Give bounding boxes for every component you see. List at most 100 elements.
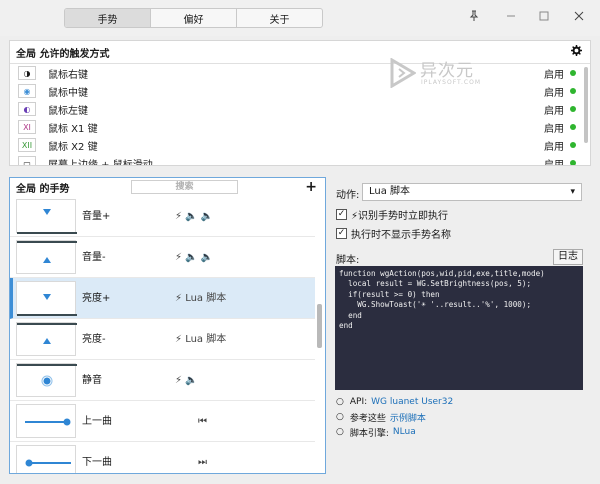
bullet-icon: ○ (336, 412, 344, 422)
gesture-row-brightness-up[interactable]: 亮度+ ⚡ Lua 脚本 (10, 278, 315, 319)
close-icon[interactable] (568, 6, 590, 26)
gesture-thumb (16, 445, 76, 473)
api-prefix: API: (349, 397, 368, 407)
trigger-item-right-button[interactable]: ◑ 鼠标右键 启用 (10, 64, 590, 82)
status-text: 启用 (544, 141, 564, 153)
gesture-name: 亮度- (82, 334, 106, 345)
mouse-x2-icon: XII (18, 138, 36, 152)
chevron-down-icon: ▾ (570, 187, 575, 197)
main-tabs: 手势 偏好 关于 (64, 8, 323, 28)
trigger-list: ◑ 鼠标右键 启用 ◉ 鼠标中键 启用 ◐ 鼠标左键 启用 XI 鼠标 X1 键… (10, 63, 590, 165)
script-label: 脚本: (336, 255, 360, 266)
gesture-header: 全局 的手势 搜索 + (10, 178, 325, 196)
minimize-icon[interactable] (500, 6, 522, 26)
tab-about[interactable]: 关于 (237, 9, 322, 27)
trigger-label: 鼠标右键 (48, 69, 88, 81)
status-dot (570, 88, 576, 94)
gesture-thumb (16, 363, 77, 397)
next-track-icon: ⏭ (198, 457, 207, 468)
trigger-title: 全局 允许的触发方式 (16, 48, 110, 60)
action-label: 动作: (336, 190, 360, 201)
status-dot (570, 106, 576, 112)
gesture-actions: ⚡ 🔈 🔈 (175, 211, 214, 222)
script-editor[interactable]: function wgAction(pos,wid,pid,exe,title,… (335, 266, 583, 390)
status-text: 启用 (544, 123, 564, 135)
checkbox-checked-icon[interactable]: ✓ (336, 227, 347, 239)
gear-icon[interactable] (571, 45, 582, 59)
gesture-thumb (16, 404, 76, 438)
check-label: 执行时不显示手势名称 (351, 229, 451, 241)
mouse-right-icon: ◑ (18, 66, 36, 80)
maximize-icon[interactable] (533, 6, 555, 26)
gesture-name: 下一曲 (82, 457, 112, 468)
tab-preferences[interactable]: 偏好 (151, 9, 237, 27)
mouse-left-icon: ◐ (18, 102, 36, 116)
trigger-item-x1-button[interactable]: XI 鼠标 X1 键 启用 (10, 118, 590, 136)
mouse-middle-icon: ◉ (18, 84, 36, 98)
status-dot (570, 70, 576, 76)
screen-edge-icon: ▭ (18, 156, 36, 165)
gesture-thumb (16, 281, 77, 316)
trigger-item-left-button[interactable]: ◐ 鼠标左键 启用 (10, 100, 590, 118)
gesture-actions: ⚡ 🔈 🔈 (175, 252, 214, 263)
engine-link-row: ○ 脚本引擎: NLua (336, 425, 416, 439)
gesture-name: 上一曲 (82, 416, 112, 427)
check-hide-gesture-name[interactable]: ✓ 执行时不显示手势名称 (336, 225, 451, 241)
examples-link[interactable]: 示例脚本 (390, 411, 426, 424)
status-dot (570, 124, 576, 130)
gesture-row-volume-up[interactable]: 音量+ ⚡ 🔈 🔈 (10, 196, 315, 237)
gesture-scrollbar[interactable] (317, 304, 322, 348)
gesture-thumb (16, 240, 77, 274)
trigger-header: 全局 允许的触发方式 (10, 41, 590, 63)
examples-link-row: ○ 参考这些 示例脚本 (336, 410, 426, 424)
log-button[interactable]: 日志 (553, 249, 583, 265)
previous-track-icon: ⏮ (198, 416, 207, 427)
status-dot (570, 142, 576, 148)
checkbox-checked-icon[interactable]: ✓ (336, 208, 347, 220)
gesture-thumb (16, 322, 77, 356)
action-select[interactable]: Lua 脚本 ▾ (362, 183, 582, 201)
trigger-panel: 全局 允许的触发方式 ◑ 鼠标右键 启用 ◉ 鼠标中键 启用 ◐ 鼠标左键 启用… (9, 40, 591, 166)
engine-link[interactable]: NLua (393, 427, 416, 437)
tab-gestures[interactable]: 手势 (65, 9, 151, 27)
trigger-label: 屏幕上边缘 + 鼠标滑动 (48, 159, 153, 166)
status-text: 启用 (544, 87, 564, 99)
add-gesture-button[interactable]: + (305, 178, 317, 196)
trigger-label: 鼠标中键 (48, 87, 88, 99)
gesture-row-previous-track[interactable]: 上一曲 ⏮ (10, 401, 315, 442)
bullet-icon: ○ (336, 427, 344, 437)
gesture-row-mute[interactable]: 静音 ⚡ 🔈 (10, 360, 315, 401)
gesture-name: 亮度+ (82, 293, 111, 304)
api-link[interactable]: WG luanet User32 (371, 397, 453, 407)
gesture-title: 全局 的手势 (16, 183, 70, 195)
gesture-actions: ⚡ 🔈 (175, 375, 198, 386)
trigger-label: 鼠标 X2 键 (48, 141, 98, 153)
gesture-row-volume-down[interactable]: 音量- ⚡ 🔈 🔈 (10, 237, 315, 278)
trigger-scrollbar[interactable] (584, 67, 588, 143)
status-text: 启用 (544, 105, 564, 117)
status-text: 启用 (544, 159, 564, 166)
trigger-label: 鼠标 X1 键 (48, 123, 98, 135)
gesture-name: 音量- (82, 252, 106, 263)
status-dot (570, 160, 576, 165)
gesture-panel: 全局 的手势 搜索 + 音量+ ⚡ 🔈 🔈 音量- ⚡ 🔈 🔈 亮度+ ⚡ Lu… (9, 177, 326, 474)
gesture-actions: ⚡ Lua 脚本 (175, 293, 227, 304)
trigger-item-x2-button[interactable]: XII 鼠标 X2 键 启用 (10, 136, 590, 154)
gesture-name: 音量+ (82, 211, 111, 222)
gesture-name: 静音 (82, 375, 102, 386)
mouse-x1-icon: XI (18, 120, 36, 134)
pin-icon[interactable] (463, 6, 485, 26)
gesture-actions: ⚡ Lua 脚本 (175, 334, 227, 345)
trigger-item-top-edge[interactable]: ▭ 屏幕上边缘 + 鼠标滑动 启用 (10, 154, 590, 165)
search-input[interactable]: 搜索 (131, 180, 238, 194)
trigger-item-middle-button[interactable]: ◉ 鼠标中键 启用 (10, 82, 590, 100)
check-label: ⚡识别手势时立即执行 (351, 210, 449, 222)
trigger-label: 鼠标左键 (48, 105, 88, 117)
status-text: 启用 (544, 69, 564, 81)
gesture-list: 音量+ ⚡ 🔈 🔈 音量- ⚡ 🔈 🔈 亮度+ ⚡ Lua 脚本 亮度- ⚡ L… (10, 196, 315, 473)
action-select-value: Lua 脚本 (369, 186, 411, 197)
gesture-row-next-track[interactable]: 下一曲 ⏭ (10, 442, 315, 473)
gesture-row-brightness-down[interactable]: 亮度- ⚡ Lua 脚本 (10, 319, 315, 360)
api-link-row: ○ API: WG luanet User32 (336, 395, 453, 409)
check-execute-immediately[interactable]: ✓ ⚡识别手势时立即执行 (336, 206, 448, 222)
